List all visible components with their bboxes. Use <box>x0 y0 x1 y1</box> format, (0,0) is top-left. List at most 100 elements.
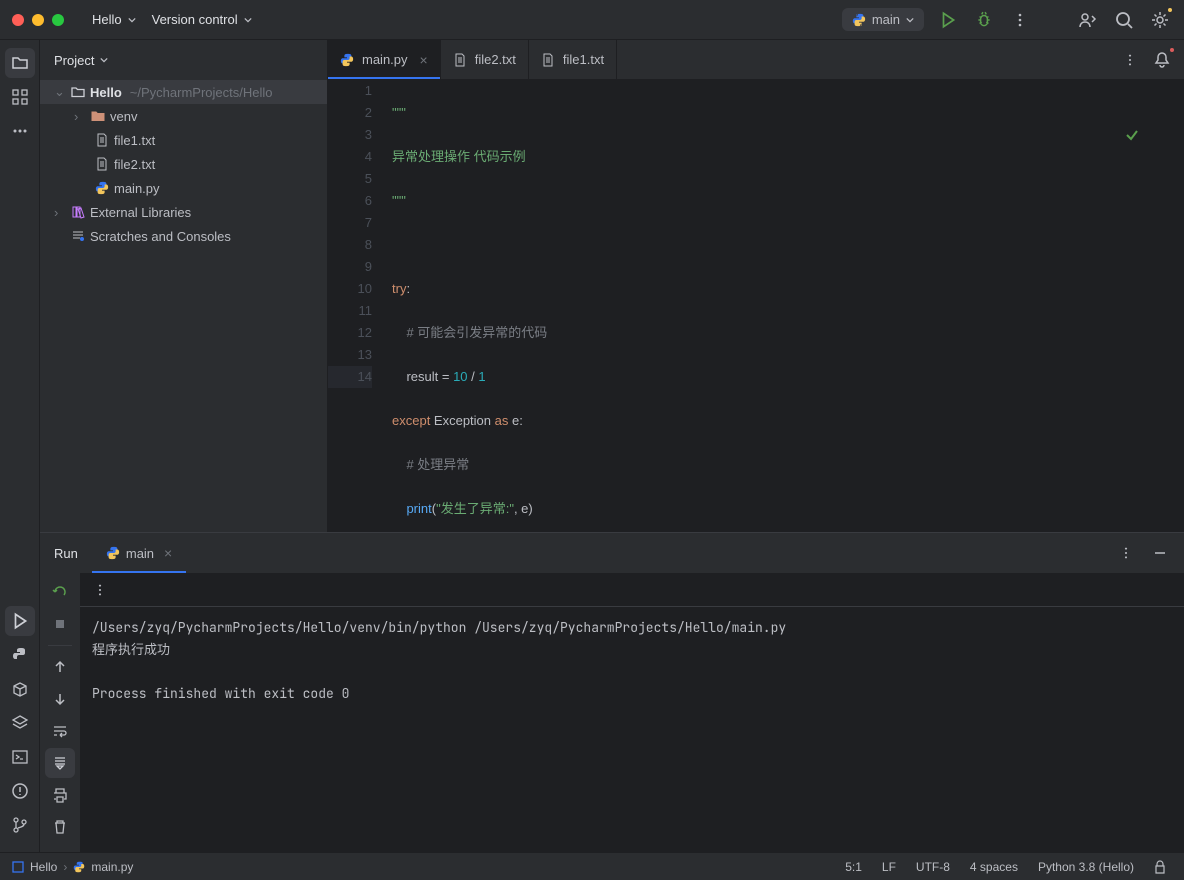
problems-tool[interactable] <box>5 776 35 806</box>
hide-panel[interactable] <box>1148 541 1172 565</box>
down-icon <box>53 692 67 706</box>
clear-all[interactable] <box>45 812 75 842</box>
code-with-me[interactable] <box>1076 8 1100 32</box>
python-icon <box>12 647 28 663</box>
scratch-icon <box>70 228 86 244</box>
more-icon <box>11 122 29 140</box>
tree-root[interactable]: ⌄ Hello ~/PycharmProjects/Hello <box>40 80 327 104</box>
code-content[interactable]: """ 异常处理操作 代码示例 """ try: # 可能会引发异常的代码 re… <box>386 80 1184 532</box>
item-label: Scratches and Consoles <box>90 229 231 244</box>
minimize-window[interactable] <box>32 14 44 26</box>
run-tool-button[interactable] <box>5 606 35 636</box>
project-dropdown[interactable]: Hello <box>84 8 144 31</box>
project-tool-button[interactable] <box>5 48 35 78</box>
tab-main[interactable]: main.py × <box>328 40 441 79</box>
more-actions[interactable] <box>1008 8 1032 32</box>
root-label: Hello <box>90 85 122 100</box>
soft-wrap[interactable] <box>45 716 75 746</box>
project-panel: Project ⌄ Hello ~/PycharmProjects/Hello … <box>40 40 328 532</box>
tree-item-file1[interactable]: file1.txt <box>40 128 327 152</box>
tab-label: file2.txt <box>475 52 516 67</box>
tab-file1[interactable]: file1.txt <box>529 40 617 79</box>
tool-window-bar-left <box>0 40 40 852</box>
python-console-tool[interactable] <box>5 640 35 670</box>
minimize-icon <box>1153 546 1167 560</box>
tree-item-file2[interactable]: file2.txt <box>40 152 327 176</box>
caret-position[interactable]: 5:1 <box>839 860 868 874</box>
tree-item-ext-libs[interactable]: › External Libraries <box>40 200 327 224</box>
more-tool-windows[interactable] <box>5 116 35 146</box>
tab-file2[interactable]: file2.txt <box>441 40 529 79</box>
play-icon <box>939 11 957 29</box>
breadcrumb[interactable]: Hello › main.py <box>12 860 133 874</box>
toolbar-more[interactable] <box>88 578 112 602</box>
breadcrumb-root: Hello <box>30 860 57 874</box>
packages-tool[interactable] <box>5 674 35 704</box>
close-icon[interactable]: × <box>164 545 172 561</box>
print-button[interactable] <box>45 780 75 810</box>
trash-icon <box>52 819 68 835</box>
tree-item-main[interactable]: main.py <box>40 176 327 200</box>
line-separator[interactable]: LF <box>876 860 902 874</box>
project-panel-header[interactable]: Project <box>40 40 327 80</box>
read-only-toggle[interactable] <box>1148 855 1172 879</box>
titlebar: Hello Version control main <box>0 0 1184 40</box>
stop-button[interactable] <box>45 609 75 639</box>
folder-icon <box>11 54 29 72</box>
services-tool[interactable] <box>5 708 35 738</box>
python-icon <box>94 180 110 196</box>
tab-label: main.py <box>362 52 408 67</box>
file-encoding[interactable]: UTF-8 <box>910 860 956 874</box>
library-icon <box>70 204 86 220</box>
item-label: file1.txt <box>114 133 155 148</box>
tab-label: file1.txt <box>563 52 604 67</box>
scroll-up[interactable] <box>45 652 75 682</box>
indent-setting[interactable]: 4 spaces <box>964 860 1024 874</box>
run-toolbar-top <box>80 573 1184 607</box>
search-everywhere[interactable] <box>1112 8 1136 32</box>
folder-icon <box>70 84 86 100</box>
run-config-name: main <box>872 12 900 27</box>
kebab-icon <box>1119 546 1133 560</box>
close-icon[interactable]: × <box>420 52 428 68</box>
expand-icon[interactable]: › <box>54 205 66 220</box>
expand-icon[interactable]: ⌄ <box>54 84 66 100</box>
run-title: Run <box>40 546 92 561</box>
terminal-tool[interactable] <box>5 742 35 772</box>
scroll-down[interactable] <box>45 684 75 714</box>
console-output[interactable]: /Users/zyq/PycharmProjects/Hello/venv/bi… <box>80 607 1184 852</box>
maximize-window[interactable] <box>52 14 64 26</box>
collaborate-icon <box>1078 10 1098 30</box>
structure-tool-button[interactable] <box>5 82 35 112</box>
run-tab-label: main <box>126 546 154 561</box>
scroll-to-end[interactable] <box>45 748 75 778</box>
tabs-menu[interactable] <box>1118 48 1142 72</box>
vcs-dropdown[interactable]: Version control <box>144 8 260 31</box>
settings-button[interactable] <box>1148 8 1172 32</box>
close-window[interactable] <box>12 14 24 26</box>
file-icon <box>541 53 555 67</box>
chevron-down-icon <box>100 56 108 64</box>
vcs-tool[interactable] <box>5 810 35 840</box>
notifications[interactable] <box>1150 48 1174 72</box>
expand-icon[interactable]: › <box>74 109 86 124</box>
rerun-button[interactable] <box>45 577 75 607</box>
run-config-selector[interactable]: main <box>842 8 924 31</box>
interpreter[interactable]: Python 3.8 (Hello) <box>1032 860 1140 874</box>
run-tab[interactable]: main × <box>92 533 186 573</box>
debug-button[interactable] <box>972 8 996 32</box>
gutter: 1234567891011121314 <box>328 80 386 532</box>
wrap-icon <box>52 723 68 739</box>
run-panel-menu[interactable] <box>1114 541 1138 565</box>
branch-icon <box>11 816 29 834</box>
file-icon <box>94 156 110 172</box>
search-icon <box>1114 10 1134 30</box>
item-label: venv <box>110 109 137 124</box>
tree-item-scratches[interactable]: Scratches and Consoles <box>40 224 327 248</box>
tree-item-venv[interactable]: › venv <box>40 104 327 128</box>
run-button[interactable] <box>936 8 960 32</box>
inspection-ok-icon[interactable] <box>1125 84 1176 186</box>
update-indicator <box>1166 6 1174 14</box>
print-icon <box>52 787 68 803</box>
code-editor[interactable]: 1234567891011121314 """ 异常处理操作 代码示例 """ … <box>328 80 1184 532</box>
